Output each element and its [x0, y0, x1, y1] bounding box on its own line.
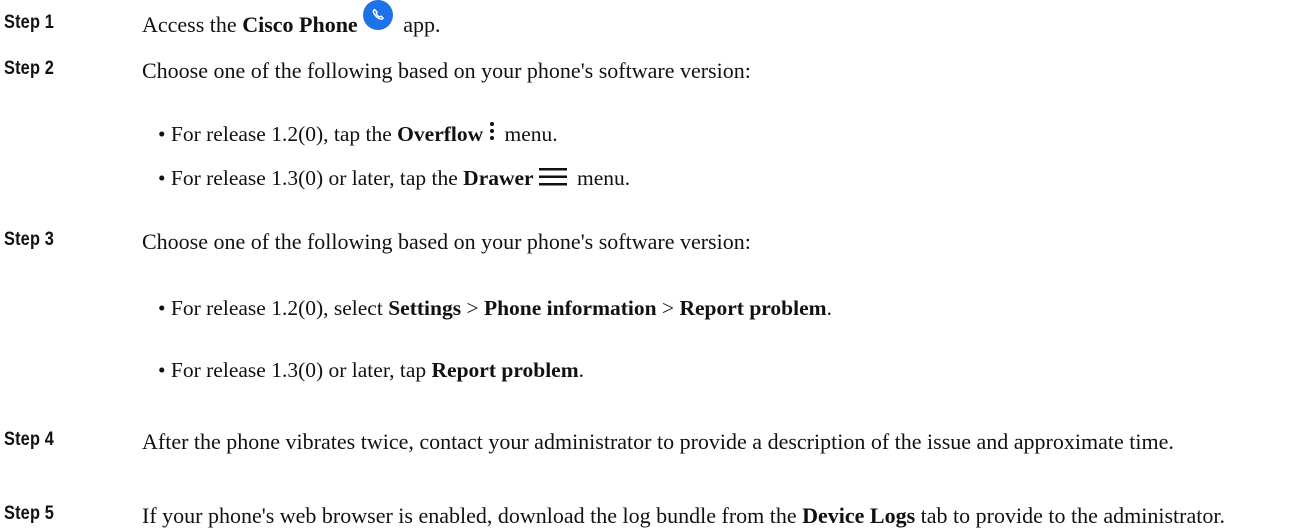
step-2-bullet-1: • For release 1.2(0), tap the Overflow m… [158, 119, 558, 149]
step-3-label: Step 3 [4, 229, 55, 250]
drawer-menu-icon [538, 166, 568, 188]
step-4-text: After the phone vibrates twice, contact … [142, 429, 1174, 454]
step-1-text: Access the Cisco Phone app. [142, 0, 440, 42]
step-2-text: Choose one of the following based on you… [142, 58, 751, 83]
step-5-text: If your phone's web browser is enabled, … [142, 503, 1225, 528]
step-3-bullet-2: • For release 1.3(0) or later, tap Repor… [158, 358, 585, 382]
step-1-label: Step 1 [4, 12, 55, 33]
step-3-text: Choose one of the following based on you… [142, 229, 751, 254]
step-2-label: Step 2 [4, 58, 55, 79]
phone-app-icon [362, 0, 393, 30]
step-3-bullet-1: • For release 1.2(0), select Settings > … [158, 296, 832, 320]
step-4-label: Step 4 [4, 429, 55, 450]
step-5-label: Step 5 [4, 503, 55, 524]
overflow-menu-icon [487, 119, 497, 145]
step-2-bullet-2: • For release 1.3(0) or later, tap the D… [158, 166, 631, 190]
